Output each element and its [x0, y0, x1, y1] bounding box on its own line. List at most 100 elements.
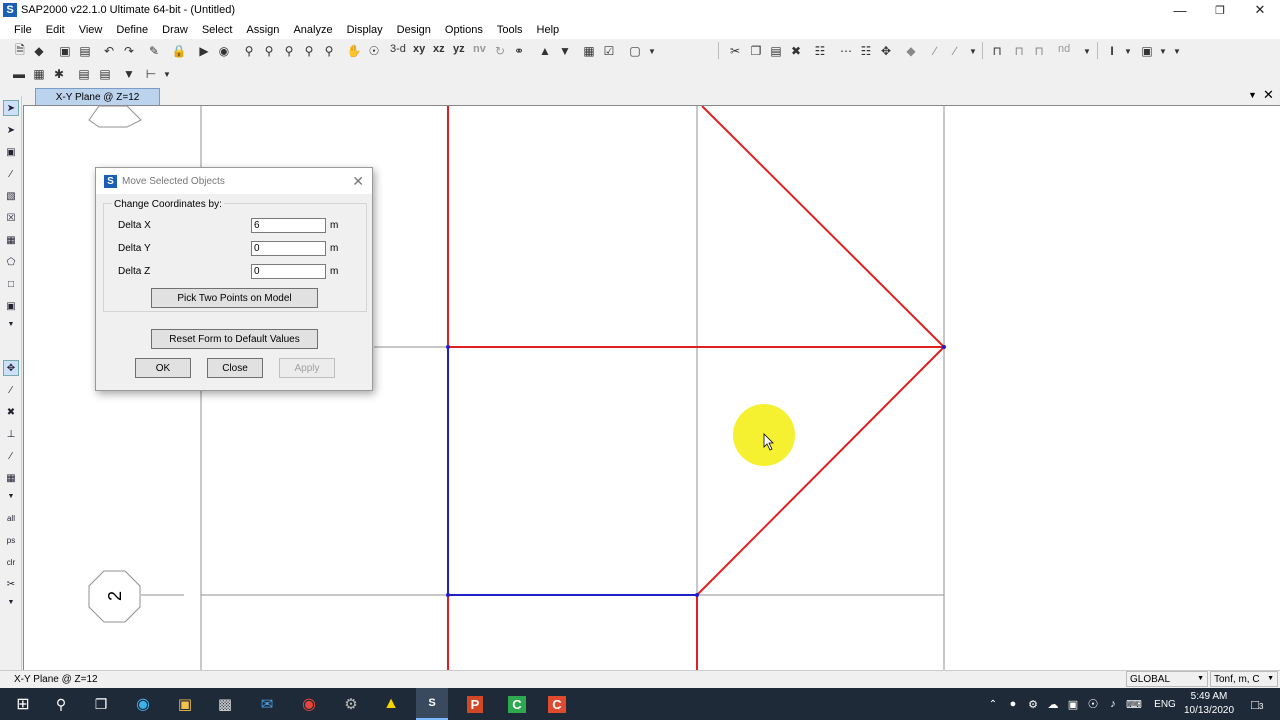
check-icon[interactable]: ☑ [600, 42, 618, 60]
divide-icon[interactable]: ⋯ [837, 42, 855, 60]
menu-edit[interactable]: Edit [40, 24, 71, 36]
run-now-icon[interactable]: ◉ [215, 42, 233, 60]
snap-ends-icon[interactable]: ∕ [3, 382, 19, 398]
close-icon[interactable]: ✕ [1240, 0, 1280, 20]
draw-frame-icon[interactable]: ∕ [3, 166, 19, 182]
clock[interactable]: 5:49 AM 10/13/2020 [1180, 690, 1238, 718]
align-icon[interactable]: ∕ [926, 42, 944, 60]
refresh-view-icon[interactable]: ☉ [365, 42, 383, 60]
new-file-icon[interactable]: 🗎 [11, 42, 29, 60]
align-2-icon[interactable]: ∕ [946, 42, 964, 60]
joint[interactable] [695, 593, 699, 597]
tab-xy-plane[interactable]: X-Y Plane @ Z=12 [35, 88, 160, 105]
run-analysis-icon[interactable]: ▶ [195, 42, 213, 60]
grid-options-icon[interactable]: ▦ [580, 42, 598, 60]
tray-chevron-icon[interactable]: ⌃ [984, 688, 1002, 720]
camtasia-green-icon[interactable]: C [502, 688, 532, 720]
apply-button[interactable]: Apply [279, 358, 335, 378]
coord-system-select[interactable]: GLOBAL ▼ [1126, 671, 1208, 687]
pick-two-points-button[interactable]: Pick Two Points on Model [151, 288, 318, 308]
draw-rect-area-icon[interactable]: □ [3, 276, 19, 292]
dropdown-arrow-7-icon[interactable]: ▼ [158, 65, 176, 83]
microphone-icon[interactable]: ● [1004, 688, 1022, 720]
network-icon[interactable]: ▣ [1064, 688, 1082, 720]
zoom-full-icon[interactable]: ⚲ [260, 42, 278, 60]
copy-icon[interactable]: ❐ [747, 42, 765, 60]
select-all-icon[interactable]: all [3, 510, 19, 526]
print-icon[interactable]: ▤ [76, 42, 94, 60]
assign-load-icon[interactable]: ▤ [75, 65, 93, 83]
frame-3-icon[interactable]: ⊓ [1030, 42, 1048, 60]
keyboard-icon[interactable]: ⌨ [1124, 688, 1144, 720]
frame-2-icon[interactable]: ⊓ [1010, 42, 1028, 60]
view-xz-button[interactable]: xz [433, 43, 445, 55]
joint[interactable] [942, 345, 946, 349]
undo-icon[interactable]: ↶ [100, 42, 118, 60]
clear-selection-icon[interactable]: clr [3, 554, 19, 570]
menu-define[interactable]: Define [110, 24, 154, 36]
menu-display[interactable]: Display [341, 24, 389, 36]
reshape-icon[interactable]: ➤ [3, 122, 19, 138]
menu-file[interactable]: File [8, 24, 38, 36]
units-select[interactable]: Tonf, m, C ▼ [1210, 671, 1278, 687]
app-tray-icon[interactable]: ⚙ [1024, 688, 1042, 720]
delta-x-input[interactable] [251, 218, 326, 233]
frame-diagonal-upper[interactable] [701, 106, 945, 348]
assign-joint-icon[interactable]: ✱ [50, 65, 68, 83]
select-previous-icon[interactable]: ps [3, 532, 19, 548]
pan-icon[interactable]: ✋ [345, 42, 363, 60]
delete-icon[interactable]: ✖ [787, 42, 805, 60]
menu-tools[interactable]: Tools [491, 24, 529, 36]
joint[interactable] [446, 345, 450, 349]
zoom-previous-icon[interactable]: ⚲ [280, 42, 298, 60]
menu-draw[interactable]: Draw [156, 24, 194, 36]
menu-help[interactable]: Help [531, 24, 566, 36]
view-nv-button[interactable]: nv [473, 43, 486, 55]
assign-area-load-icon[interactable]: ▼ [120, 65, 138, 83]
delta-z-input[interactable] [251, 264, 326, 279]
assign-frame-load-icon[interactable]: ▤ [96, 65, 114, 83]
menu-assign[interactable]: Assign [240, 24, 285, 36]
dropdown-arrow-2-icon[interactable]: ▼ [964, 42, 982, 60]
search-icon[interactable]: ⚲ [46, 688, 76, 720]
zoom-window-icon[interactable]: ⚲ [240, 42, 258, 60]
frame-icon[interactable]: ⊓ [988, 42, 1006, 60]
task-view-icon[interactable]: ❐ [86, 688, 116, 720]
draw-secondary-icon[interactable]: ▦ [3, 232, 19, 248]
minimize-icon[interactable]: — [1160, 0, 1200, 20]
maximize-icon[interactable]: ❐ [1200, 0, 1240, 20]
quick-draw-frame-icon[interactable]: ▧ [3, 188, 19, 204]
tab-close-icon[interactable]: ✕ [1263, 87, 1274, 103]
tab-dropdown-icon[interactable]: ▼ [1248, 90, 1257, 100]
snap-perpendicular-icon[interactable]: ⊥ [3, 426, 19, 442]
extrude-icon[interactable]: ◆ [902, 42, 920, 60]
cut-icon[interactable]: ✂ [726, 42, 744, 60]
ok-button[interactable]: OK [135, 358, 191, 378]
dialog-close-icon[interactable]: ✕ [352, 173, 364, 190]
zoom-out-icon[interactable]: ⚲ [320, 42, 338, 60]
chrome-icon[interactable]: ◉ [294, 688, 324, 720]
camtasia-red-icon[interactable]: C [542, 688, 572, 720]
pointer-icon[interactable]: ➤ [3, 100, 19, 116]
intersecting-line-select-icon[interactable]: ✂ [3, 576, 19, 592]
move-icon[interactable]: ✥ [877, 42, 895, 60]
dropdown-arrow-icon[interactable]: ▼ [643, 42, 661, 60]
menu-view[interactable]: View [73, 24, 109, 36]
mail-icon[interactable]: ✉ [252, 688, 282, 720]
join-icon[interactable]: ☷ [857, 42, 875, 60]
sap2000-taskbar-icon[interactable]: S [416, 688, 448, 720]
globe-icon[interactable]: ☉ [1084, 688, 1102, 720]
save-icon[interactable]: ▣ [56, 42, 74, 60]
snap-grid-icon[interactable]: ▦ [3, 470, 19, 486]
powerpoint-icon[interactable]: P [460, 688, 490, 720]
zoom-in-icon[interactable]: ⚲ [300, 42, 318, 60]
menu-select[interactable]: Select [196, 24, 239, 36]
language-indicator[interactable]: ENG [1150, 688, 1180, 720]
replicate-icon[interactable]: ☷ [811, 42, 829, 60]
snap-lines-icon[interactable]: ∕ [3, 448, 19, 464]
file-explorer-icon[interactable]: ▣ [170, 688, 200, 720]
snap-points-icon[interactable]: ✥ [3, 360, 19, 376]
redo-icon[interactable]: ↷ [120, 42, 138, 60]
delta-y-input[interactable] [251, 241, 326, 256]
pencil-icon[interactable]: ✎ [145, 42, 163, 60]
